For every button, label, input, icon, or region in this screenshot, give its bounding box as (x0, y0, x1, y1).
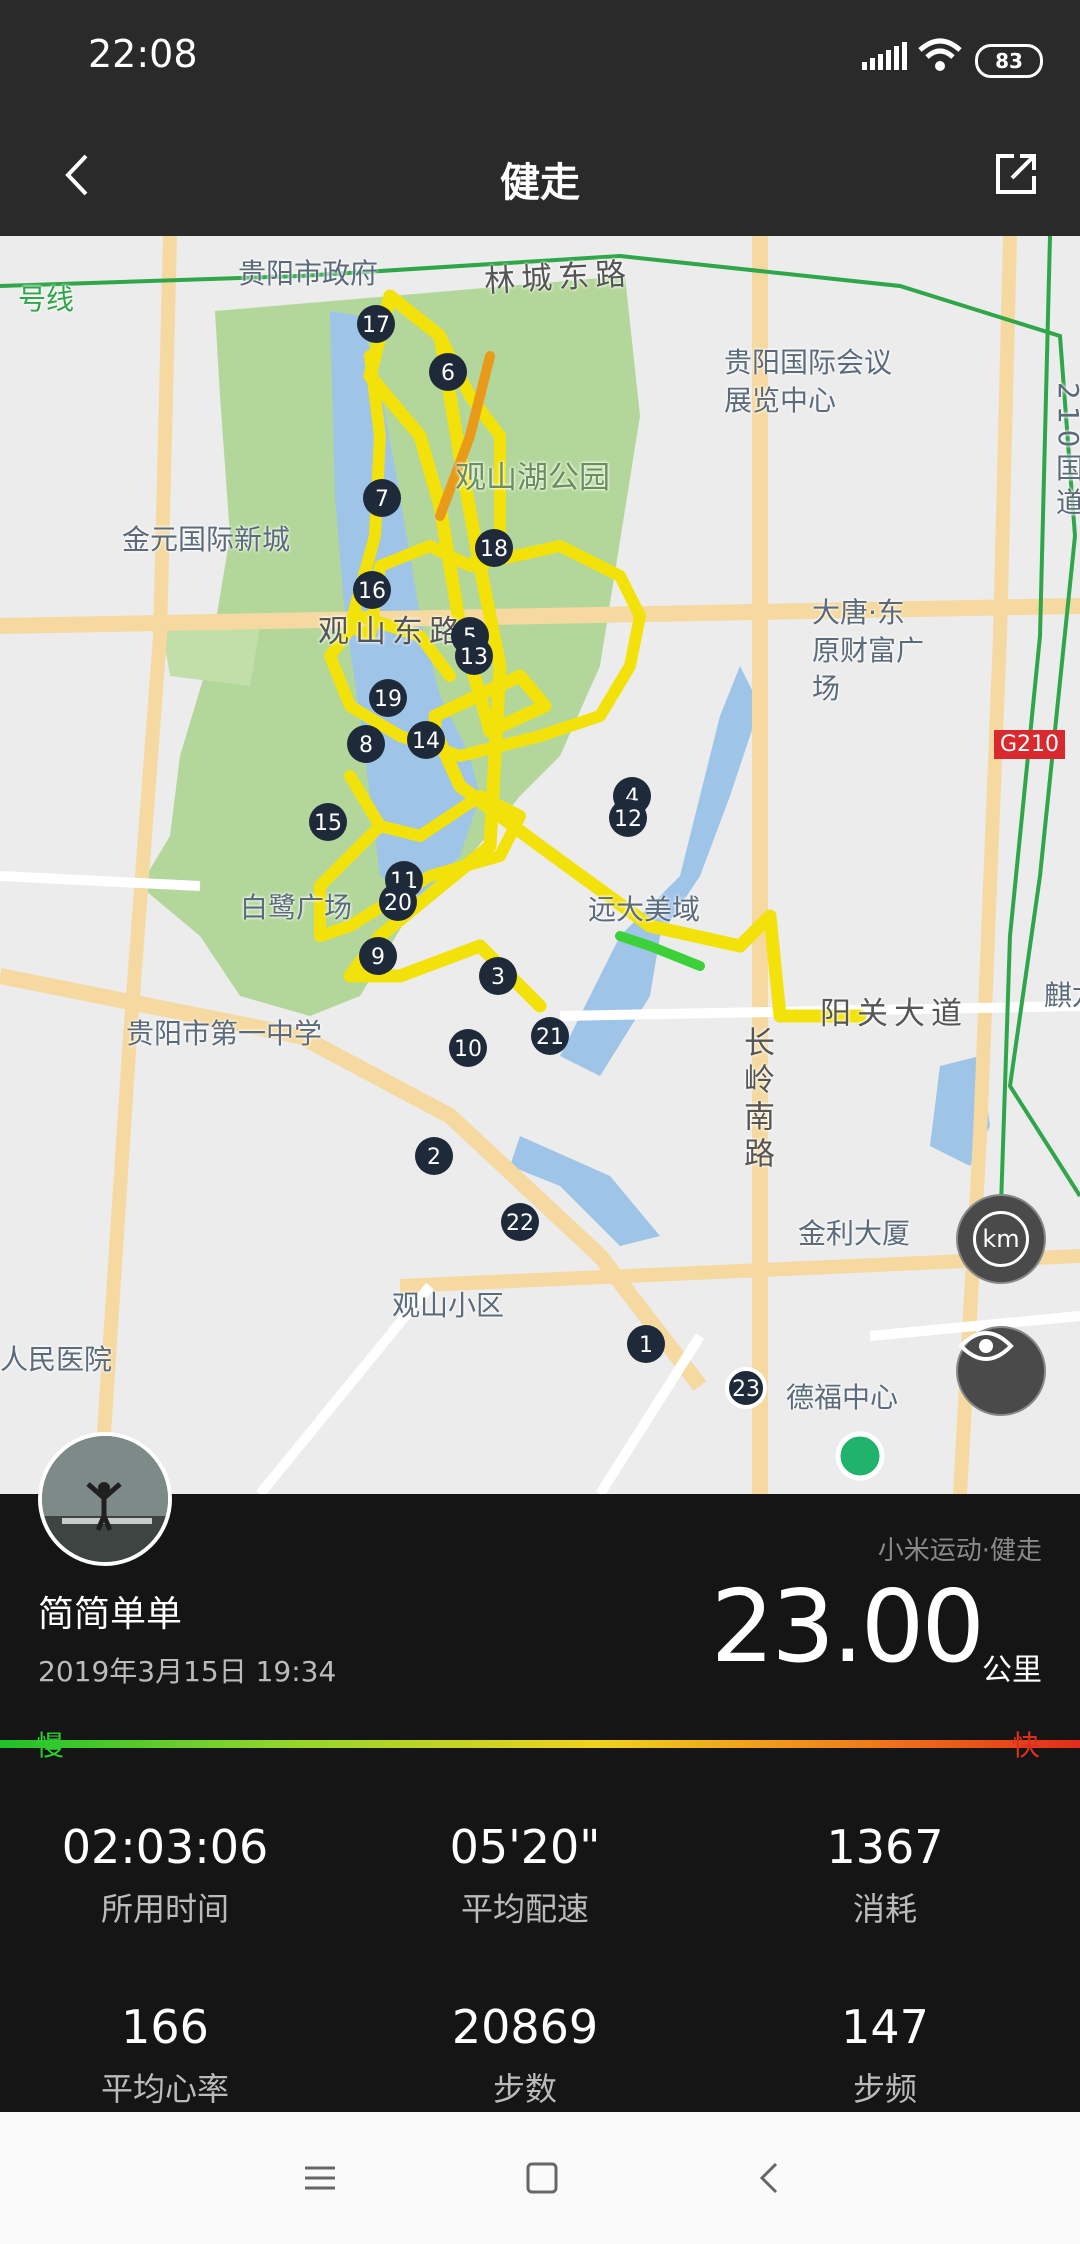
menu-icon[interactable] (302, 2160, 338, 2196)
km-marker: 13 (455, 637, 493, 675)
stat-value: 05'20" (449, 1820, 601, 1874)
stat-label: 步数 (492, 2070, 557, 2108)
distance-unit: 公里 (982, 1653, 1042, 1688)
wifi-icon (918, 38, 962, 71)
stat-value: 1367 (826, 1820, 944, 1874)
svg-text:7: 7 (375, 487, 389, 512)
km-marker: 8 (347, 725, 385, 763)
share-icon[interactable] (992, 150, 1040, 198)
stat-value: 166 (121, 2000, 209, 2054)
km-marker: 9 (359, 937, 397, 975)
km-marker: 19 (369, 679, 407, 717)
km-marker: 6 (429, 353, 467, 391)
svg-text:19: 19 (374, 687, 402, 712)
km-marker: 17 (357, 305, 395, 343)
stat-duration: 02:03:06 所用时间 (0, 1820, 345, 1930)
page-title: 健走 (500, 160, 580, 206)
stat-cadence: 147 步频 (705, 2000, 1065, 2110)
stat-label: 步频 (852, 2070, 917, 2108)
workout-datetime: 2019年3月15日 19:34 (38, 1655, 337, 1688)
svg-text:22: 22 (506, 1211, 534, 1236)
km-marker: 18 (475, 529, 513, 567)
svg-text:20: 20 (384, 891, 412, 916)
nav-back-icon[interactable] (752, 2160, 788, 2196)
km-marker: 23 (725, 1367, 767, 1409)
km-marker: 14 (407, 721, 445, 759)
svg-text:16: 16 (358, 579, 386, 604)
stat-value: 147 (841, 2000, 929, 2054)
km-marker: 15 (309, 803, 347, 841)
pace-slow-label: 慢 (36, 1729, 65, 1762)
km-marker: 2 (415, 1137, 453, 1175)
svg-text:8: 8 (359, 733, 373, 758)
avatar[interactable] (38, 1432, 172, 1566)
battery-indicator: 83 (975, 44, 1043, 78)
stat-value: 20869 (451, 2000, 599, 2054)
stat-avg-pace: 05'20" 平均配速 (345, 1820, 705, 1930)
stat-label: 消耗 (852, 1890, 917, 1928)
svg-text:15: 15 (314, 811, 342, 836)
svg-text:23: 23 (732, 1377, 760, 1402)
svg-text:9: 9 (371, 945, 385, 970)
svg-text:13: 13 (460, 645, 488, 670)
svg-text:17: 17 (362, 313, 390, 338)
km-markers: 1234567891011121314151617181920212223 (309, 305, 885, 1481)
stat-label: 所用时间 (100, 1890, 229, 1928)
distance-value: 23.00 (710, 1568, 985, 1685)
km-marker: 21 (531, 1017, 569, 1055)
km-marker: 16 (353, 571, 391, 609)
stat-label: 平均心率 (100, 2070, 229, 2108)
svg-text:12: 12 (614, 807, 642, 832)
km-marker: 22 (501, 1203, 539, 1241)
workout-source: 小米运动·健走 (877, 1536, 1042, 1566)
svg-text:14: 14 (412, 729, 440, 754)
status-time: 22:08 (88, 32, 198, 76)
stat-avg-heart-rate: 166 平均心率 (0, 2000, 345, 2110)
stat-value: 02:03:06 (61, 1820, 269, 1874)
km-marker: 12 (609, 799, 647, 837)
svg-text:10: 10 (454, 1037, 482, 1062)
stat-label: 平均配速 (460, 1890, 589, 1928)
pace-gradient-bar (0, 1740, 1080, 1748)
svg-text:2: 2 (427, 1145, 441, 1170)
svg-text:1: 1 (639, 1333, 653, 1358)
pace-fast-label: 快 (1012, 1729, 1041, 1762)
home-icon[interactable] (524, 2160, 560, 2196)
svg-text:21: 21 (536, 1025, 564, 1050)
km-marker: 1 (627, 1325, 665, 1363)
stat-calories: 1367 消耗 (705, 1820, 1065, 1930)
svg-text:18: 18 (480, 537, 508, 562)
svg-text:6: 6 (441, 361, 455, 386)
route-end-dot (835, 1431, 885, 1481)
km-marker: 10 (449, 1029, 487, 1067)
stat-steps: 20869 步数 (345, 2000, 705, 2110)
username: 简简单单 (38, 1594, 183, 1635)
km-marker: 20 (379, 883, 417, 921)
km-marker: 3 (479, 957, 517, 995)
km-marker: 7 (363, 479, 401, 517)
svg-text:3: 3 (491, 965, 505, 990)
signal-icon (862, 42, 907, 70)
